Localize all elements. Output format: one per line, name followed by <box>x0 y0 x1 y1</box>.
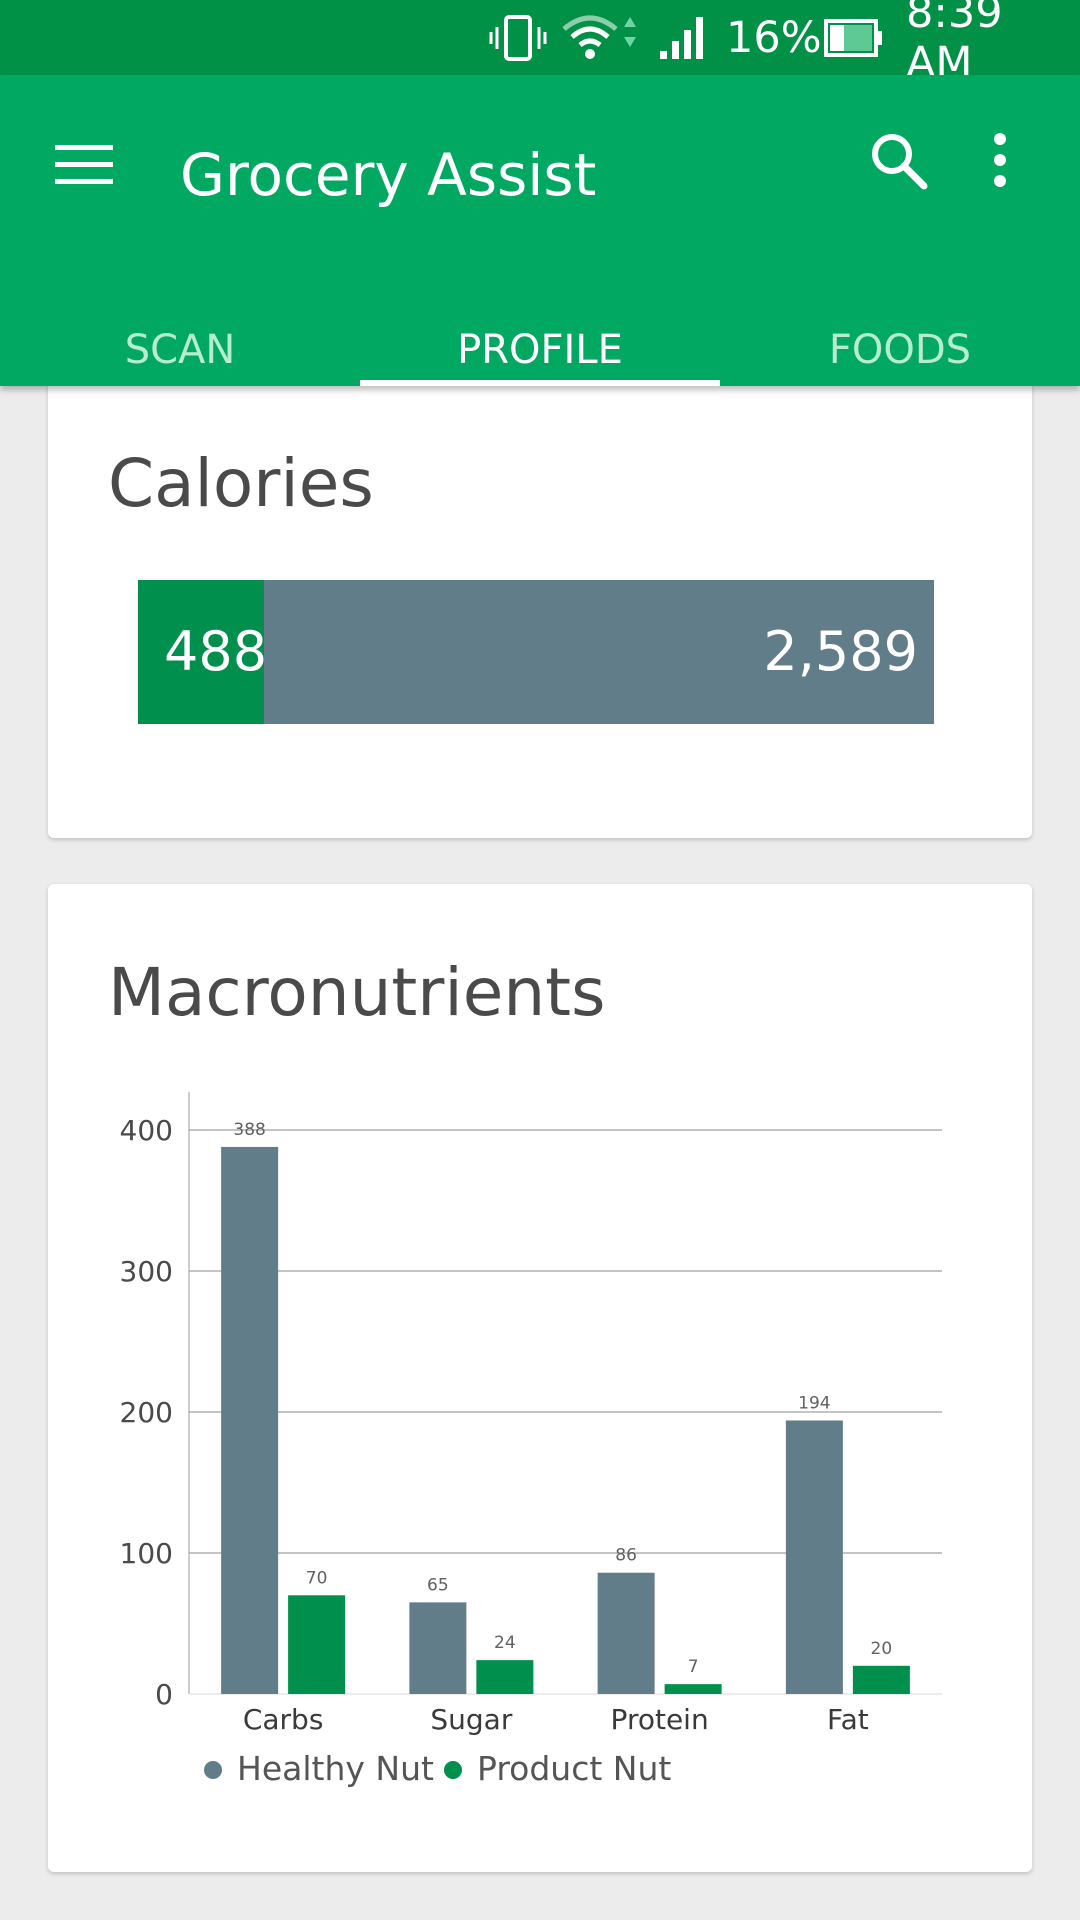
bar-carbs-healthy <box>221 1146 279 1694</box>
bar-sugar-product <box>476 1660 534 1694</box>
app-title: Grocery Assist <box>180 141 597 209</box>
bar-carbs-product <box>288 1595 346 1694</box>
data-label: 388 <box>233 1120 265 1140</box>
legend-marker <box>204 1761 222 1779</box>
tab-bar: SCAN PROFILE FOODS <box>0 315 1080 386</box>
data-label: 194 <box>798 1393 830 1413</box>
bar-sugar-healthy <box>409 1602 467 1694</box>
overflow-menu-button[interactable] <box>990 130 1010 194</box>
menu-button[interactable] <box>52 135 116 199</box>
data-label: 7 <box>688 1657 699 1677</box>
y-tick-label: 100 <box>120 1537 173 1570</box>
overflow-menu-icon <box>990 133 1010 194</box>
bar-fat-product <box>852 1665 910 1694</box>
battery-icon <box>824 0 884 75</box>
y-tick-label: 0 <box>155 1678 173 1711</box>
status-bar: 16% 8:39 AM <box>0 0 1080 88</box>
tab-indicator <box>360 380 720 386</box>
bar-protein-healthy <box>597 1572 655 1694</box>
calories-title: Calories <box>108 445 374 522</box>
y-tick-label: 400 <box>120 1114 173 1147</box>
calories-goal-label: 2,589 <box>763 620 918 683</box>
tab-profile[interactable]: PROFILE <box>360 315 720 386</box>
clock: 8:39 AM <box>906 0 1003 88</box>
y-tick-label: 200 <box>120 1396 173 1429</box>
data-label: 65 <box>427 1575 449 1595</box>
vibrate-icon <box>488 0 548 75</box>
tab-scan[interactable]: SCAN <box>0 315 360 386</box>
signal-icon <box>656 0 712 75</box>
app-bar: Grocery Assist SCAN PROFILE FOODS <box>0 75 1080 386</box>
x-tick-label: Sugar <box>430 1703 512 1736</box>
data-label: 86 <box>615 1546 637 1566</box>
bar-protein-product <box>664 1684 722 1694</box>
battery-percent: 16% <box>726 12 822 63</box>
data-label: 20 <box>871 1639 893 1659</box>
calories-consumed-label: 488 <box>164 620 268 683</box>
legend-marker <box>444 1761 462 1779</box>
data-label: 24 <box>494 1633 516 1653</box>
menu-icon <box>55 143 113 191</box>
macronutrients-card: Macronutrients 0 100 200 300 400 388 70 Carbs 65… <box>48 884 1032 1872</box>
bar-fat-healthy <box>785 1420 843 1694</box>
data-label: 70 <box>306 1568 328 1588</box>
search-button[interactable] <box>868 130 932 198</box>
wifi-icon <box>560 0 640 75</box>
macronutrients-chart: 0 100 200 300 400 388 70 Carbs 65 24 Sugar 86 7 Prote… <box>120 1092 942 1788</box>
search-icon <box>868 134 932 198</box>
x-tick-label: Carbs <box>243 1703 324 1736</box>
x-tick-label: Protein <box>611 1703 709 1736</box>
x-tick-label: Fat <box>827 1703 869 1736</box>
calories-bar: 488 2,589 <box>138 580 934 724</box>
legend-label: Healthy Nut <box>237 1749 434 1788</box>
tab-foods[interactable]: FOODS <box>720 315 1080 386</box>
y-tick-label: 300 <box>120 1255 173 1288</box>
legend-label: Product Nut <box>477 1749 671 1788</box>
calories-card: Calories 488 2,589 <box>48 380 1032 838</box>
